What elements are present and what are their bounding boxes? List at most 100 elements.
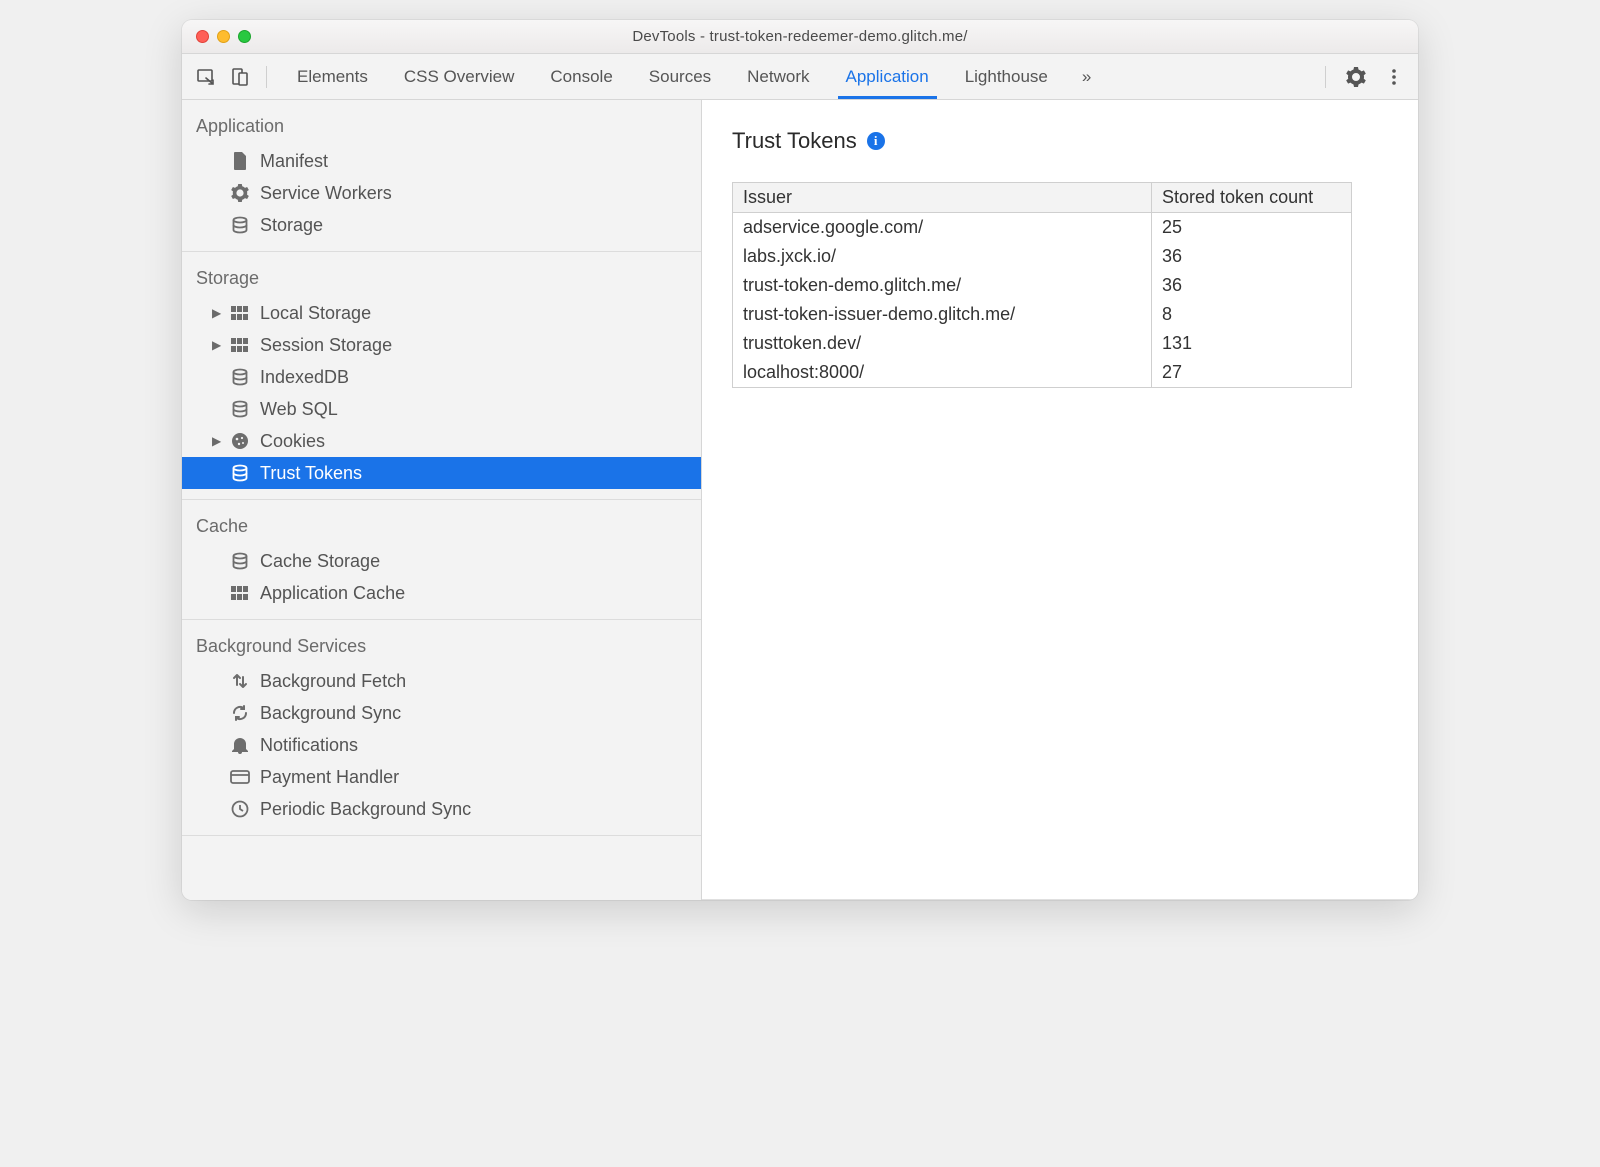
sidebar-group-title: Cache — [182, 500, 701, 545]
sync-icon — [230, 704, 250, 722]
tab-label: Network — [747, 67, 809, 87]
tab-console[interactable]: Console — [532, 54, 630, 99]
tab-css-overview[interactable]: CSS Overview — [386, 54, 533, 99]
minimize-window-button[interactable] — [217, 30, 230, 43]
sidebar-item-payment-handler[interactable]: Payment Handler — [182, 761, 701, 793]
inspect-element-icon[interactable] — [192, 63, 220, 91]
maximize-window-button[interactable] — [238, 30, 251, 43]
tab-label: Application — [846, 67, 929, 87]
cell-count: 36 — [1152, 242, 1352, 271]
sidebar-item-manifest[interactable]: Manifest — [182, 145, 701, 177]
titlebar: DevTools - trust-token-redeemer-demo.gli… — [182, 20, 1418, 54]
tab-elements[interactable]: Elements — [279, 54, 386, 99]
disclosure-triangle-icon[interactable]: ▶ — [212, 306, 221, 320]
window-controls — [182, 30, 251, 43]
cell-issuer: trusttoken.dev/ — [733, 329, 1152, 358]
cell-count: 27 — [1152, 358, 1352, 388]
database-icon — [230, 552, 250, 570]
table-row[interactable]: localhost:8000/27 — [733, 358, 1352, 388]
cell-count: 8 — [1152, 300, 1352, 329]
main-content: Trust Tokens i Issuer Stored token count… — [702, 100, 1418, 900]
sidebar-group-title: Background Services — [182, 620, 701, 665]
kebab-menu-icon[interactable] — [1380, 63, 1408, 91]
sidebar-item-notifications[interactable]: Notifications — [182, 729, 701, 761]
table-row[interactable]: trust-token-demo.glitch.me/36 — [733, 271, 1352, 300]
sidebar-item-label: Web SQL — [260, 399, 338, 420]
sidebar-item-label: Service Workers — [260, 183, 392, 204]
trust-tokens-table: Issuer Stored token count adservice.goog… — [732, 182, 1352, 388]
tab-network[interactable]: Network — [729, 54, 827, 99]
sidebar-item-trust-tokens[interactable]: Trust Tokens — [182, 457, 701, 489]
cell-issuer: localhost:8000/ — [733, 358, 1152, 388]
table-row[interactable]: trusttoken.dev/131 — [733, 329, 1352, 358]
grid-icon — [230, 586, 250, 600]
gear-icon — [230, 184, 250, 202]
grid-icon — [230, 338, 250, 352]
sidebar-item-label: Payment Handler — [260, 767, 399, 788]
column-header-issuer[interactable]: Issuer — [733, 183, 1152, 213]
column-header-count[interactable]: Stored token count — [1152, 183, 1352, 213]
sidebar-item-background-fetch[interactable]: Background Fetch — [182, 665, 701, 697]
clock-icon — [230, 800, 250, 818]
cell-issuer: trust-token-demo.glitch.me/ — [733, 271, 1152, 300]
card-icon — [230, 770, 250, 784]
sidebar-item-label: Application Cache — [260, 583, 405, 604]
devtools-tabs: Elements CSS OverviewConsole Sources Networ… — [279, 54, 1066, 99]
sidebar-item-label: Manifest — [260, 151, 328, 172]
window-title: DevTools - trust-token-redeemer-demo.gli… — [182, 28, 1418, 45]
sidebar-group-divider — [182, 835, 701, 836]
sidebar-item-cache-storage[interactable]: Cache Storage — [182, 545, 701, 577]
sidebar-item-session-storage[interactable]: ▶ Session Storage — [182, 329, 701, 361]
devtools-window: DevTools - trust-token-redeemer-demo.gli… — [182, 20, 1418, 900]
sidebar-item-indexeddb[interactable]: IndexedDB — [182, 361, 701, 393]
table-row[interactable]: trust-token-issuer-demo.glitch.me/8 — [733, 300, 1352, 329]
grid-icon — [230, 306, 250, 320]
disclosure-triangle-icon[interactable]: ▶ — [212, 338, 221, 352]
sidebar-group-title: Storage — [182, 252, 701, 297]
sidebar-item-label: Background Sync — [260, 703, 401, 724]
devtools-toolbar: Elements CSS OverviewConsole Sources Networ… — [182, 54, 1418, 100]
transfer-icon — [230, 672, 250, 690]
database-icon — [230, 216, 250, 234]
overflow-tabs-button[interactable]: » — [1072, 67, 1101, 87]
settings-icon[interactable] — [1342, 63, 1370, 91]
cookie-icon — [230, 432, 250, 450]
sidebar-item-storage[interactable]: Storage — [182, 209, 701, 241]
close-window-button[interactable] — [196, 30, 209, 43]
sidebar-group-title: Application — [182, 100, 701, 145]
toolbar-divider — [266, 66, 267, 88]
sidebar-item-service-workers[interactable]: Service Workers — [182, 177, 701, 209]
tab-application[interactable]: Application — [828, 54, 947, 99]
cell-issuer: labs.jxck.io/ — [733, 242, 1152, 271]
table-row[interactable]: adservice.google.com/25 — [733, 213, 1352, 243]
sidebar-item-label: Notifications — [260, 735, 358, 756]
tab-label: Sources — [649, 67, 711, 87]
sidebar-item-web-sql[interactable]: Web SQL — [182, 393, 701, 425]
cell-issuer: adservice.google.com/ — [733, 213, 1152, 243]
tab-label: Elements — [297, 67, 368, 87]
cell-count: 25 — [1152, 213, 1352, 243]
cell-count: 131 — [1152, 329, 1352, 358]
tab-sources[interactable]: Sources — [631, 54, 729, 99]
sidebar-item-application-cache[interactable]: Application Cache — [182, 577, 701, 609]
page-title: Trust Tokens — [732, 128, 857, 154]
cell-count: 36 — [1152, 271, 1352, 300]
sidebar-item-local-storage[interactable]: ▶Local Storage — [182, 297, 701, 329]
bell-icon — [230, 736, 250, 754]
toolbar-divider — [1325, 66, 1326, 88]
sidebar-item-label: Cache Storage — [260, 551, 380, 572]
sidebar-item-background-sync[interactable]: Background Sync — [182, 697, 701, 729]
sidebar-item-label: IndexedDB — [260, 367, 349, 388]
sidebar-item-label: Trust Tokens — [260, 463, 362, 484]
tab-lighthouse[interactable]: Lighthouse — [947, 54, 1066, 99]
sidebar-item-periodic-background-sync[interactable]: Periodic Background Sync — [182, 793, 701, 825]
application-sidebar: Application Manifest Service Workers Storag… — [182, 100, 702, 900]
cell-issuer: trust-token-issuer-demo.glitch.me/ — [733, 300, 1152, 329]
info-icon[interactable]: i — [867, 132, 885, 150]
table-row[interactable]: labs.jxck.io/36 — [733, 242, 1352, 271]
disclosure-triangle-icon[interactable]: ▶ — [212, 434, 221, 448]
database-icon — [230, 368, 250, 386]
device-toggle-icon[interactable] — [226, 63, 254, 91]
sidebar-item-cookies[interactable]: ▶Cookies — [182, 425, 701, 457]
sidebar-item-label: Session Storage — [260, 335, 392, 356]
